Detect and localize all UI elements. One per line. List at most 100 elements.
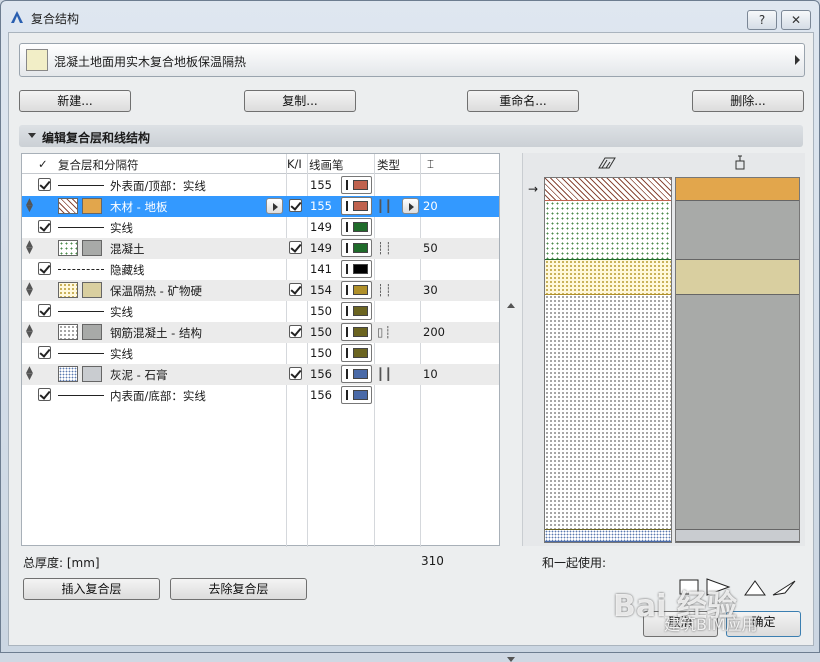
fill-color-swatch[interactable] (82, 324, 102, 340)
composite-selector[interactable]: 混凝土地面用实木复合地板保温隔热 (19, 43, 805, 77)
play-arrow-icon[interactable] (266, 198, 283, 214)
line-checkbox[interactable] (38, 178, 51, 191)
fill-color-swatch[interactable] (82, 282, 102, 298)
drag-handle-icon[interactable]: ▲ ▼ (26, 198, 33, 214)
pen-number[interactable]: 156 (310, 388, 332, 402)
paint-bucket-icon (735, 155, 745, 170)
structure-type-value[interactable]: ┃┃ (377, 199, 393, 213)
pen-swatch[interactable] (341, 344, 372, 362)
separator-row[interactable]: 内表面/底部：实线 156 (22, 385, 499, 406)
separator-row[interactable]: 实线 149 (22, 217, 499, 238)
separator-row[interactable]: 隐藏线 141 (22, 259, 499, 280)
preview-color-layer (676, 201, 799, 260)
pen-swatch[interactable] (341, 302, 372, 320)
visibility-checkbox[interactable] (289, 367, 302, 380)
pen-swatch[interactable] (341, 281, 372, 299)
pen-number[interactable]: 141 (310, 262, 332, 276)
layer-row[interactable]: ▲ ▼ 混凝土 ┊┊ 50 149 (22, 238, 499, 259)
section-preview: → (522, 153, 805, 546)
pen-number[interactable]: 154 (310, 283, 332, 297)
preview-color-layer (676, 178, 799, 201)
total-thickness-value: 310 (421, 554, 444, 568)
pen-swatch[interactable] (341, 260, 372, 278)
line-sample (58, 227, 104, 228)
remove-layer-button[interactable]: 去除复合层 (170, 578, 307, 600)
line-sample (58, 269, 104, 270)
pen-number[interactable]: 155 (310, 199, 332, 213)
drag-handle-icon[interactable]: ▲ ▼ (26, 324, 33, 340)
thickness-value[interactable]: 10 (423, 367, 438, 381)
line-checkbox[interactable] (38, 388, 51, 401)
pen-swatch[interactable] (341, 365, 372, 383)
fill-color-swatch[interactable] (82, 366, 102, 382)
thickness-value[interactable]: 50 (423, 241, 438, 255)
pen-swatch[interactable] (341, 176, 372, 194)
line-name: 内表面/底部：实线 (110, 389, 206, 403)
line-checkbox[interactable] (38, 304, 51, 317)
preview-hatch-layer (545, 178, 671, 201)
line-sample (58, 353, 104, 354)
fill-hatch-swatch[interactable] (58, 240, 78, 256)
layer-row[interactable]: ▲ ▼ 保温隔热 - 矿物硬 ┊┊ 30 154 (22, 280, 499, 301)
visibility-checkbox[interactable] (289, 241, 302, 254)
thickness-value[interactable]: 20 (423, 199, 438, 213)
line-name: 实线 (110, 305, 133, 319)
scroll-down-arrow-icon[interactable] (507, 657, 515, 662)
drag-handle-icon[interactable]: ▲ ▼ (26, 240, 33, 256)
copy-button[interactable]: 复制... (244, 90, 356, 112)
separator-row[interactable]: 实线 150 (22, 343, 499, 364)
fill-color-swatch[interactable] (82, 240, 102, 256)
layer-row[interactable]: ▲ ▼ 灰泥 - 石膏 ┃┃ 10 156 (22, 364, 499, 385)
preview-hatch-layer (545, 260, 671, 295)
structure-type-value[interactable]: ┊┊ (377, 241, 393, 255)
visibility-checkbox[interactable] (289, 325, 302, 338)
fill-hatch-swatch[interactable] (58, 282, 78, 298)
layer-row[interactable]: ▲ ▼ 木材 - 地板 ┃┃ 20 155 (22, 196, 499, 217)
structure-type-value[interactable]: ┊┊ (377, 283, 393, 297)
pen-swatch[interactable] (341, 197, 372, 215)
pen-swatch[interactable] (341, 218, 372, 236)
delete-button[interactable]: 删除... (692, 90, 804, 112)
new-button[interactable]: 新建... (19, 90, 131, 112)
fill-hatch-swatch[interactable] (58, 198, 78, 214)
preview-color-layer (676, 530, 799, 542)
close-button[interactable]: ✕ (781, 10, 811, 30)
pen-number[interactable]: 150 (310, 346, 332, 360)
pen-swatch[interactable] (341, 386, 372, 404)
dialog-body: 混凝土地面用实木复合地板保温隔热 新建... 复制... 重命名... 删除..… (8, 32, 814, 662)
structure-type-value[interactable]: ▯┊ (377, 325, 392, 339)
archicad-logo-icon (11, 11, 23, 23)
section-header[interactable]: 编辑复合层和线结构 (19, 125, 803, 147)
visibility-checkbox[interactable] (289, 199, 302, 212)
structure-type-value[interactable]: ┃┃ (377, 367, 393, 381)
scroll-up-arrow-icon[interactable] (507, 303, 515, 308)
fill-hatch-swatch[interactable] (58, 324, 78, 340)
pen-number[interactable]: 150 (310, 304, 332, 318)
thickness-value[interactable]: 30 (423, 283, 438, 297)
help-button[interactable]: ? (747, 10, 777, 30)
header-pen: 线画笔 (309, 158, 344, 172)
rename-button[interactable]: 重命名... (467, 90, 579, 112)
pen-number[interactable]: 149 (310, 241, 332, 255)
pen-number[interactable]: 156 (310, 367, 332, 381)
line-checkbox[interactable] (38, 262, 51, 275)
pen-swatch[interactable] (341, 239, 372, 257)
insert-layer-button[interactable]: 插入复合层 (23, 578, 160, 600)
thickness-value[interactable]: 200 (423, 325, 445, 339)
visibility-checkbox[interactable] (289, 283, 302, 296)
pen-swatch[interactable] (341, 323, 372, 341)
fill-color-swatch[interactable] (82, 198, 102, 214)
play-arrow-icon[interactable] (402, 198, 419, 214)
preview-hatch-layer (545, 295, 671, 530)
separator-row[interactable]: 外表面/顶部：实线 155 (22, 175, 499, 196)
pen-number[interactable]: 149 (310, 220, 332, 234)
line-checkbox[interactable] (38, 346, 51, 359)
drag-handle-icon[interactable]: ▲ ▼ (26, 366, 33, 382)
layer-row[interactable]: ▲ ▼ 钢筋混凝土 - 结构 ▯┊ 200 150 (22, 322, 499, 343)
drag-handle-icon[interactable]: ▲ ▼ (26, 282, 33, 298)
fill-hatch-swatch[interactable] (58, 366, 78, 382)
pen-number[interactable]: 155 (310, 178, 332, 192)
pen-number[interactable]: 150 (310, 325, 332, 339)
separator-row[interactable]: 实线 150 (22, 301, 499, 322)
line-checkbox[interactable] (38, 220, 51, 233)
